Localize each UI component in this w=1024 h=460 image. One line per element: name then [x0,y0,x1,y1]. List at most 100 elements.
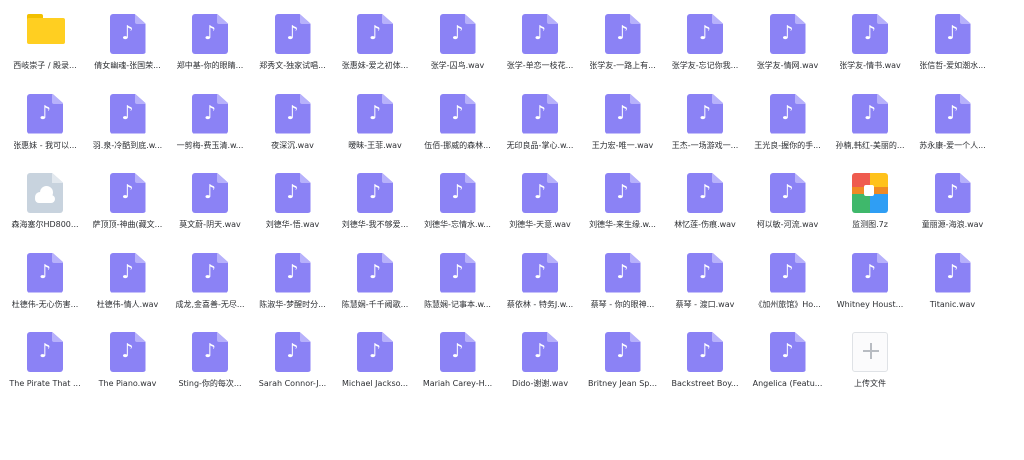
music-note-icon: ♪ [781,22,794,44]
file-item[interactable]: ♪ 暧昧-王菲.wav [334,93,416,172]
file-item[interactable]: ♪ Whitney Houst... [829,252,911,331]
file-item[interactable]: ♪ Titanic.wav [912,252,994,331]
file-name-label: Sting-你的每次... [178,379,242,388]
music-note-icon: ♪ [698,340,712,362]
file-name-label: Backstreet Boy... [671,379,739,388]
file-item[interactable]: ♪ 成龙,金喜善-无尽... [169,252,251,331]
file-item[interactable]: ♪ 陈慧娴-记事本.w... [417,252,499,331]
music-file-icon: ♪ [27,93,63,134]
file-item[interactable]: ♪ 林忆莲-伤痕.wav [664,173,746,251]
music-file-icon: ♪ [687,93,723,134]
file-item[interactable]: ♪ 杜德伟-情人.wav [87,252,169,331]
music-note-icon: ♪ [451,181,464,203]
file-item[interactable]: ♪ 张惠妹-爱之初体... [334,14,416,92]
file-item[interactable]: ♪ The Piano.wav [87,332,169,410]
file-item[interactable]: ♪ 苏永康-爱一个人... [912,93,994,172]
file-item[interactable]: 监测图.7z [829,173,911,251]
music-note-icon: ♪ [616,181,629,203]
music-file-icon: ♪ [109,93,146,134]
file-item[interactable]: ♪ 王杰-一场游戏一... [664,93,746,172]
file-item[interactable]: ♪ Angelica (Featu... [747,332,829,410]
music-file-icon: ♪ [439,14,476,54]
music-file-icon: ♪ [769,173,806,213]
file-item[interactable]: ♪ Michael Jackso... [334,332,416,410]
music-note-icon: ♪ [451,260,464,283]
music-note-icon: ♪ [616,101,629,124]
file-item[interactable]: ♪ Sarah Connor-J... [252,332,334,410]
file-item[interactable]: ♪ 蔡依林 - 特务J.w... [499,252,581,331]
music-file-icon: ♪ [357,332,393,372]
file-item[interactable]: ♪ 郑秀文-独家试唱... [252,14,334,92]
file-item[interactable]: ♪ 莫文蔚-阴天.wav [169,173,251,251]
file-item[interactable]: ♪ 张学-囚鸟.wav [417,14,499,92]
file-item[interactable]: ♪ 刘德华-我不够爱... [334,173,416,251]
file-item[interactable]: ♪ 柯以敏-河流.wav [747,173,829,251]
file-name-label: Britney Jean Sp... [588,379,657,388]
music-note-icon: ♪ [946,101,959,124]
music-file-icon: ♪ [274,332,311,372]
music-file-icon: ♪ [934,173,971,213]
file-item[interactable]: ♪ 郑中基-你的眼睛... [169,14,251,92]
file-item[interactable]: ♪ 蔡琴 - 渡口.wav [664,252,746,331]
music-note-icon: ♪ [38,101,52,124]
music-note-icon: ♪ [286,181,299,203]
file-item[interactable]: ♪ 王光良-握你的手... [747,93,829,172]
file-item[interactable]: 西岐崇子 / 殿录... [4,14,86,92]
file-name-label: The Pirate That ... [9,379,81,388]
file-item[interactable]: ♪ 张学友-情书.wav [829,14,911,92]
file-item[interactable]: ♪ 张学-单恋一枝花... [499,14,581,92]
file-item[interactable]: ♪ 王力宏-唯一.wav [582,93,664,172]
music-file-icon: ♪ [852,14,888,54]
file-item[interactable]: ♪ 孙楠,韩红-美丽的... [829,93,911,172]
file-item[interactable]: ♪ Britney Jean Sp... [582,332,664,410]
file-name-label: Titanic.wav [929,299,976,309]
music-file-icon: ♪ [604,93,641,134]
music-file-icon: ♪ [769,252,806,293]
upload-file-button[interactable]: 上传文件 [829,332,911,410]
music-note-icon: ♪ [946,260,959,283]
file-item[interactable]: ♪ 张信哲-爱如潮水... [912,14,994,92]
music-note-icon: ♪ [946,22,959,44]
file-item[interactable]: ♪ 童丽源-海浪.wav [912,173,994,251]
music-note-icon: ♪ [533,22,547,44]
music-file-icon: ♪ [604,14,641,54]
file-name-label: 《加州旅馆》Ho... [754,299,821,309]
file-name-label: 暧昧-王菲.wav [348,140,402,150]
file-name-label: 郑秀文-独家试唱... [259,61,326,70]
music-file-icon: ♪ [109,332,146,372]
file-item[interactable]: ♪ 刘德华-忘情水.w... [417,173,499,251]
file-item[interactable]: ♪ 无印良品-掌心.w... [499,93,581,172]
file-item[interactable]: ♪ 倩女幽魂-张国荣... [87,14,169,92]
file-item[interactable]: ♪ 刘德华-来生缘.w... [582,173,664,251]
file-item[interactable]: ♪ 陈淑华-梦醒时分... [252,252,334,331]
file-item[interactable]: ♪ 刘德华-天意.wav [499,173,581,251]
file-item[interactable]: ♪ 刘德华-悟.wav [252,173,334,251]
file-item[interactable]: ♪ Mariah Carey-H... [417,332,499,410]
music-file-icon: ♪ [934,14,971,54]
file-item[interactable]: ♪ 张学友-情网.wav [747,14,829,92]
file-name-label: 森海塞尔HD800... [11,220,79,229]
file-item[interactable]: ♪ 蔡琴 - 你的眼神... [582,252,664,331]
file-item[interactable]: ♪ 陈慧娴-千千阙歌... [334,252,416,331]
file-item[interactable]: ♪ 《加州旅馆》Ho... [747,252,829,331]
file-item[interactable]: ♪ 张学友-忘记你我... [664,14,746,92]
file-item[interactable]: ♪ 杜德伟-无心伤害... [4,252,86,331]
file-item[interactable]: ♪ 一剪梅-费玉清.w... [169,93,251,172]
file-item[interactable]: ♪ 张学友-一路上有... [582,14,664,92]
file-item[interactable]: ♪ 萨顶顶-神曲(藏文... [87,173,169,251]
file-item[interactable]: ♪ Backstreet Boy... [664,332,746,410]
file-name-label: 夜深沉.wav [271,140,314,150]
file-item[interactable]: ♪ 伍佰-挪威的森林... [417,93,499,172]
file-item[interactable]: 森海塞尔HD800... [4,173,86,251]
music-file-icon: ♪ [522,252,558,293]
file-item[interactable]: ♪ Sting-你的每次... [169,332,251,410]
file-item[interactable]: ♪ 夜深沉.wav [252,93,334,172]
file-item[interactable]: ♪ 张惠妹 - 我可以... [4,93,86,172]
music-file-icon: ♪ [274,14,311,54]
file-name-label: 羽.泉-冷酷到底.w... [92,140,163,150]
file-item[interactable]: ♪ The Pirate That ... [4,332,86,410]
file-item[interactable]: ♪ 羽.泉-冷酷到底.w... [87,93,169,172]
music-file-icon: ♪ [687,332,723,372]
music-file-icon: ♪ [27,332,63,372]
file-item[interactable]: ♪ Dido-谢谢.wav [499,332,581,410]
